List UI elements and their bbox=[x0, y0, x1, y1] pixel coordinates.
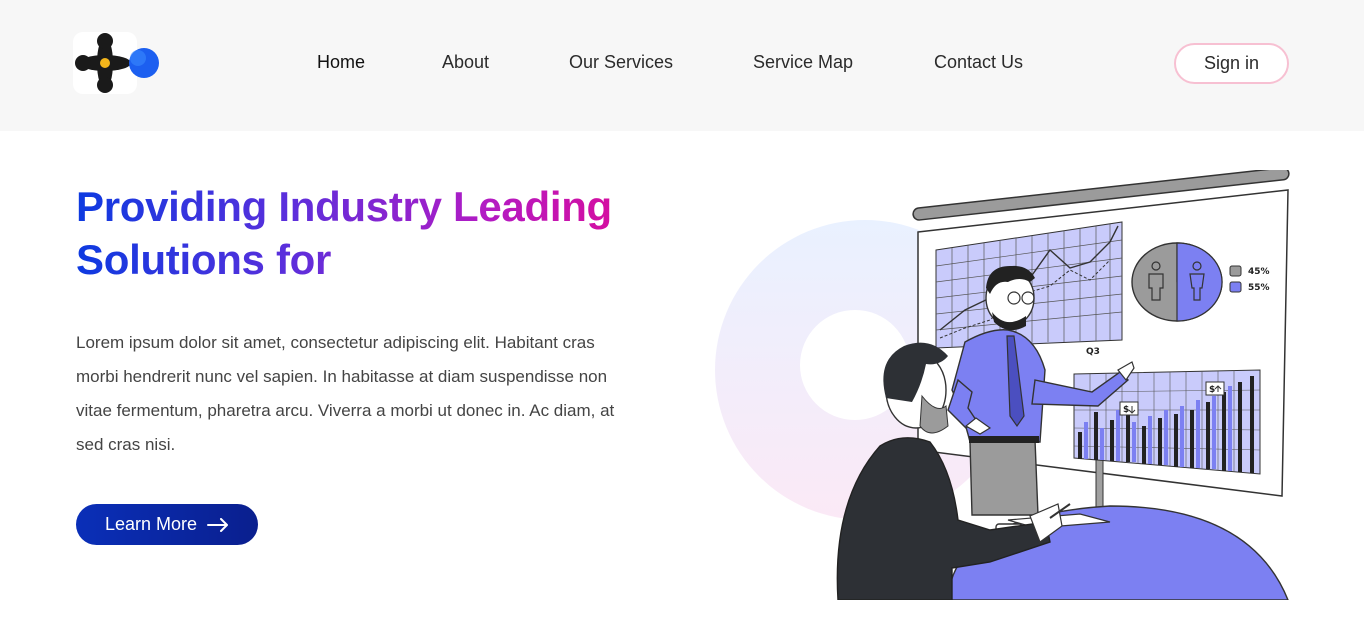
nav-our-services[interactable]: Our Services bbox=[569, 52, 673, 73]
svg-text:$: $ bbox=[1209, 385, 1215, 395]
hero-headline-line1: Providing Industry Leading bbox=[76, 183, 612, 230]
hero-headline: Providing Industry Leading Solutions for bbox=[76, 180, 676, 286]
presentation-illustration: Q3 45% 55% $ $ bbox=[715, 167, 1290, 601]
learn-more-button[interactable]: Learn More bbox=[76, 504, 258, 545]
pie-label-55: 55% bbox=[1248, 283, 1270, 293]
sign-in-button[interactable]: Sign in bbox=[1174, 43, 1289, 84]
nav-contact-us[interactable]: Contact Us bbox=[934, 52, 1023, 73]
arrow-right-icon bbox=[207, 517, 229, 532]
nav-about[interactable]: About bbox=[442, 52, 489, 73]
header: Home About Our Services Service Map Cont… bbox=[0, 0, 1364, 131]
main-nav: Home About Our Services Service Map Cont… bbox=[0, 52, 1364, 76]
pie-label-45: 45% bbox=[1248, 267, 1270, 277]
svg-text:$: $ bbox=[1123, 405, 1129, 415]
chart-q3-label: Q3 bbox=[1086, 347, 1100, 357]
hero-description: Lorem ipsum dolor sit amet, consectetur … bbox=[76, 333, 615, 454]
hero-headline-line2: Solutions for bbox=[76, 236, 332, 283]
learn-more-label: Learn More bbox=[104, 514, 198, 534]
nav-service-map[interactable]: Service Map bbox=[753, 52, 853, 73]
nav-home[interactable]: Home bbox=[317, 52, 365, 73]
hero-illustration: Q3 45% 55% $ $ bbox=[690, 167, 1300, 601]
